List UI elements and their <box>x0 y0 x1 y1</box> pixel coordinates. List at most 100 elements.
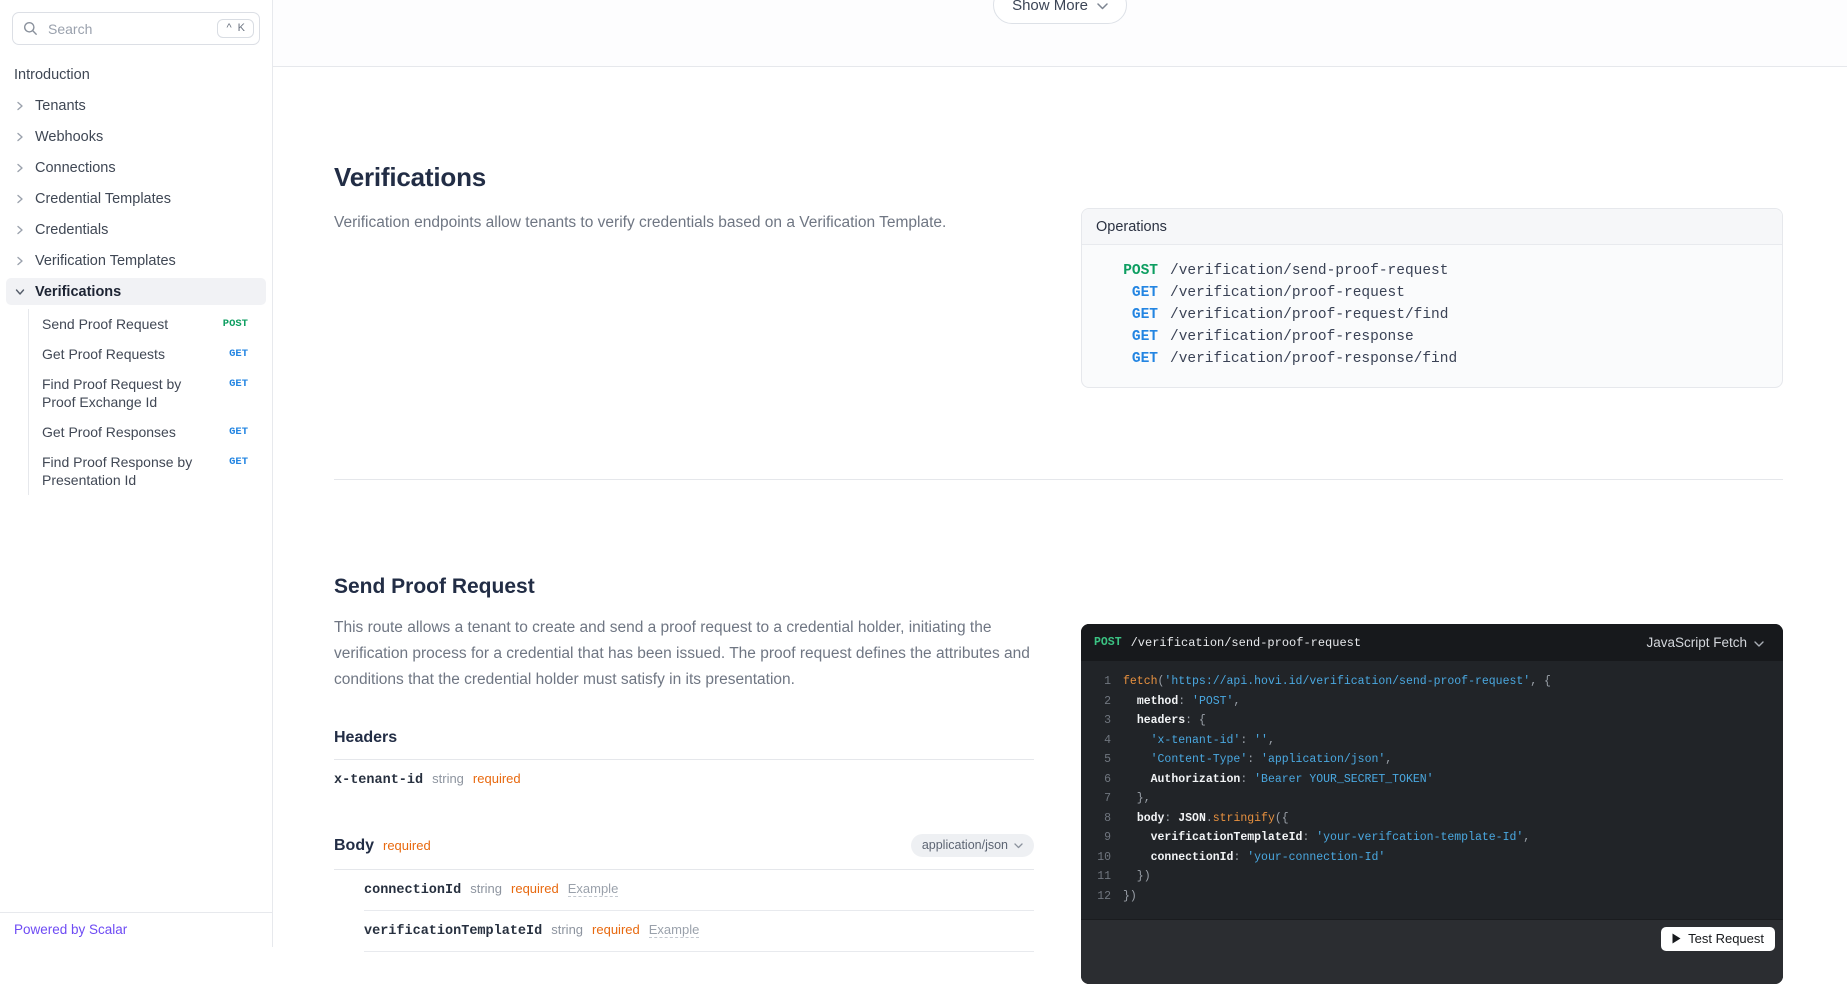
line-number: 3 <box>1081 711 1111 731</box>
sidebar-endpoint-send-proof-request[interactable]: Send Proof Request POST <box>29 309 260 339</box>
show-more-button[interactable]: Show More <box>993 0 1127 24</box>
sidebar-endpoint-find-proof-response-by-presentation-id[interactable]: Find Proof Response by Presentation Id G… <box>29 447 260 495</box>
sidebar-item-label: Webhooks <box>35 129 103 145</box>
chevron-down-icon <box>1754 641 1764 647</box>
code-line: 8 body: JSON.stringify({ <box>1081 809 1783 829</box>
code-text: }, <box>1123 789 1151 809</box>
operations-card-header: Operations <box>1082 209 1782 245</box>
operation-path: /verification/proof-response <box>1170 326 1414 348</box>
search-box[interactable]: ^ K <box>12 12 260 45</box>
sidebar-item-credentials[interactable]: Credentials <box>6 216 266 243</box>
sidebar-item-verifications[interactable]: Verifications <box>6 278 266 305</box>
operation-row-get-verification-proof-request[interactable]: GET /verification/proof-request <box>1096 282 1768 304</box>
chevron-right-icon <box>14 255 26 267</box>
sidebar-item-label: Verification Templates <box>35 253 176 269</box>
line-number: 6 <box>1081 770 1111 790</box>
sidebar-item-label: Introduction <box>14 67 90 83</box>
content-type-select[interactable]: application/json <box>911 834 1034 857</box>
sidebar-endpoint-label: Send Proof Request <box>42 315 168 333</box>
sidebar-item-label: Credential Templates <box>35 191 171 207</box>
sidebar-endpoint-get-proof-responses[interactable]: Get Proof Responses GET <box>29 417 260 447</box>
shortcut-key: K <box>238 22 245 34</box>
sidebar-item-verification-templates[interactable]: Verification Templates <box>6 247 266 274</box>
operation-row-post-verification-send-proof-request[interactable]: POST /verification/send-proof-request <box>1096 260 1768 282</box>
sidebar-item-credential-templates[interactable]: Credential Templates <box>6 185 266 212</box>
code-text: headers: { <box>1123 711 1206 731</box>
test-request-label: Test Request <box>1688 931 1764 946</box>
sidebar-endpoint-find-proof-request-by-proof-exchange-id[interactable]: Find Proof Request by Proof Exchange Id … <box>29 369 260 417</box>
operation-path: /verification/proof-request <box>1170 282 1405 304</box>
param-example-link[interactable]: Example <box>568 881 619 897</box>
code-panel-footer: Test Request <box>1081 919 1783 984</box>
section-verifications: Verifications Verification endpoints all… <box>334 67 1783 479</box>
code-line: 9 verificationTemplateId: 'your-verifcat… <box>1081 828 1783 848</box>
body-heading-left: Body required <box>334 837 431 855</box>
param-required-flag: required <box>473 771 521 786</box>
operations-card: Operations POST /verification/send-proof… <box>1081 208 1783 388</box>
method-badge: GET <box>229 456 248 468</box>
operation-row-get-verification-proof-response[interactable]: GET /verification/proof-response <box>1096 326 1768 348</box>
sidebar-item-webhooks[interactable]: Webhooks <box>6 123 266 150</box>
app-root: ^ K Introduction Tenants Webhooks Connec… <box>0 0 1847 947</box>
code-line: 6 Authorization: 'Bearer YOUR_SECRET_TOK… <box>1081 770 1783 790</box>
line-number: 4 <box>1081 731 1111 751</box>
operation-row-get-verification-proof-request-find[interactable]: GET /verification/proof-request/find <box>1096 304 1768 326</box>
operation-row-get-verification-proof-response-find[interactable]: GET /verification/proof-response/find <box>1096 348 1768 370</box>
code-method-badge: POST <box>1094 636 1122 649</box>
test-request-button[interactable]: Test Request <box>1661 927 1775 951</box>
code-text: verificationTemplateId: 'your-verifcatio… <box>1123 828 1530 848</box>
code-line: 11 }) <box>1081 867 1783 887</box>
body-params: connectionId string required Example ver… <box>364 870 1034 952</box>
language-select[interactable]: JavaScript Fetch <box>1640 634 1770 651</box>
sidebar-endpoint-label: Find Proof Request by Proof Exchange Id <box>42 375 194 411</box>
section-send-proof-request: Send Proof Request This route allows a t… <box>334 480 1783 984</box>
code-line: 1 fetch('https://api.hovi.id/verificatio… <box>1081 672 1783 692</box>
operation-method: GET <box>1096 326 1158 348</box>
chevron-right-icon <box>14 224 26 236</box>
chevron-right-icon <box>14 100 26 112</box>
operation-title: Send Proof Request <box>334 575 1034 599</box>
keyboard-shortcut-badge: ^ K <box>217 19 254 38</box>
page-title: Verifications <box>334 162 1034 193</box>
sidebar-endpoint-label: Get Proof Requests <box>42 345 165 363</box>
sidebar-item-connections[interactable]: Connections <box>6 154 266 181</box>
code-example-panel: POST /verification/send-proof-request Ja… <box>1081 624 1783 984</box>
code-line: 5 'Content-Type': 'application/json', <box>1081 750 1783 770</box>
line-number: 9 <box>1081 828 1111 848</box>
line-number: 12 <box>1081 887 1111 907</box>
sidebar-nav: Introduction Tenants Webhooks Connection… <box>0 53 272 912</box>
headers-params: x-tenant-id string required <box>334 760 1034 800</box>
param-type: string <box>432 771 464 786</box>
code-line: 3 headers: { <box>1081 711 1783 731</box>
chevron-right-icon <box>14 286 26 298</box>
sidebar-endpoint-get-proof-requests[interactable]: Get Proof Requests GET <box>29 339 260 369</box>
search-icon <box>23 21 38 36</box>
verifications-description: Verification endpoints allow tenants to … <box>334 210 1034 236</box>
sidebar-item-label: Tenants <box>35 98 86 114</box>
search-input[interactable] <box>46 20 209 38</box>
operation-path: /verification/proof-request/find <box>1170 304 1448 326</box>
code-endpoint-path: /verification/send-proof-request <box>1131 636 1632 650</box>
language-label: JavaScript Fetch <box>1646 635 1747 650</box>
body-heading: Body <box>334 837 374 855</box>
param-row-connectionid: connectionId string required Example <box>364 870 1034 911</box>
verifications-panel-column: Operations POST /verification/send-proof… <box>1081 208 1783 479</box>
param-name: verificationTemplateId <box>364 924 542 939</box>
code-text: connectionId: 'your-connection-Id' <box>1123 848 1385 868</box>
param-type: string <box>470 881 502 896</box>
sidebar-item-introduction[interactable]: Introduction <box>6 61 266 88</box>
param-row-x-tenant-id: x-tenant-id string required <box>334 760 1034 800</box>
param-example-link[interactable]: Example <box>649 922 700 938</box>
sidebar-item-label: Credentials <box>35 222 108 238</box>
line-number: 7 <box>1081 789 1111 809</box>
line-number: 8 <box>1081 809 1111 829</box>
sidebar-item-tenants[interactable]: Tenants <box>6 92 266 119</box>
line-number: 1 <box>1081 672 1111 692</box>
code-text: body: JSON.stringify({ <box>1123 809 1289 829</box>
operations-list: POST /verification/send-proof-request GE… <box>1082 245 1782 387</box>
play-icon <box>1672 933 1681 944</box>
line-number: 10 <box>1081 848 1111 868</box>
code-line: 7 }, <box>1081 789 1783 809</box>
powered-by-scalar-link[interactable]: Powered by Scalar <box>14 922 127 937</box>
sidebar: ^ K Introduction Tenants Webhooks Connec… <box>0 0 273 947</box>
